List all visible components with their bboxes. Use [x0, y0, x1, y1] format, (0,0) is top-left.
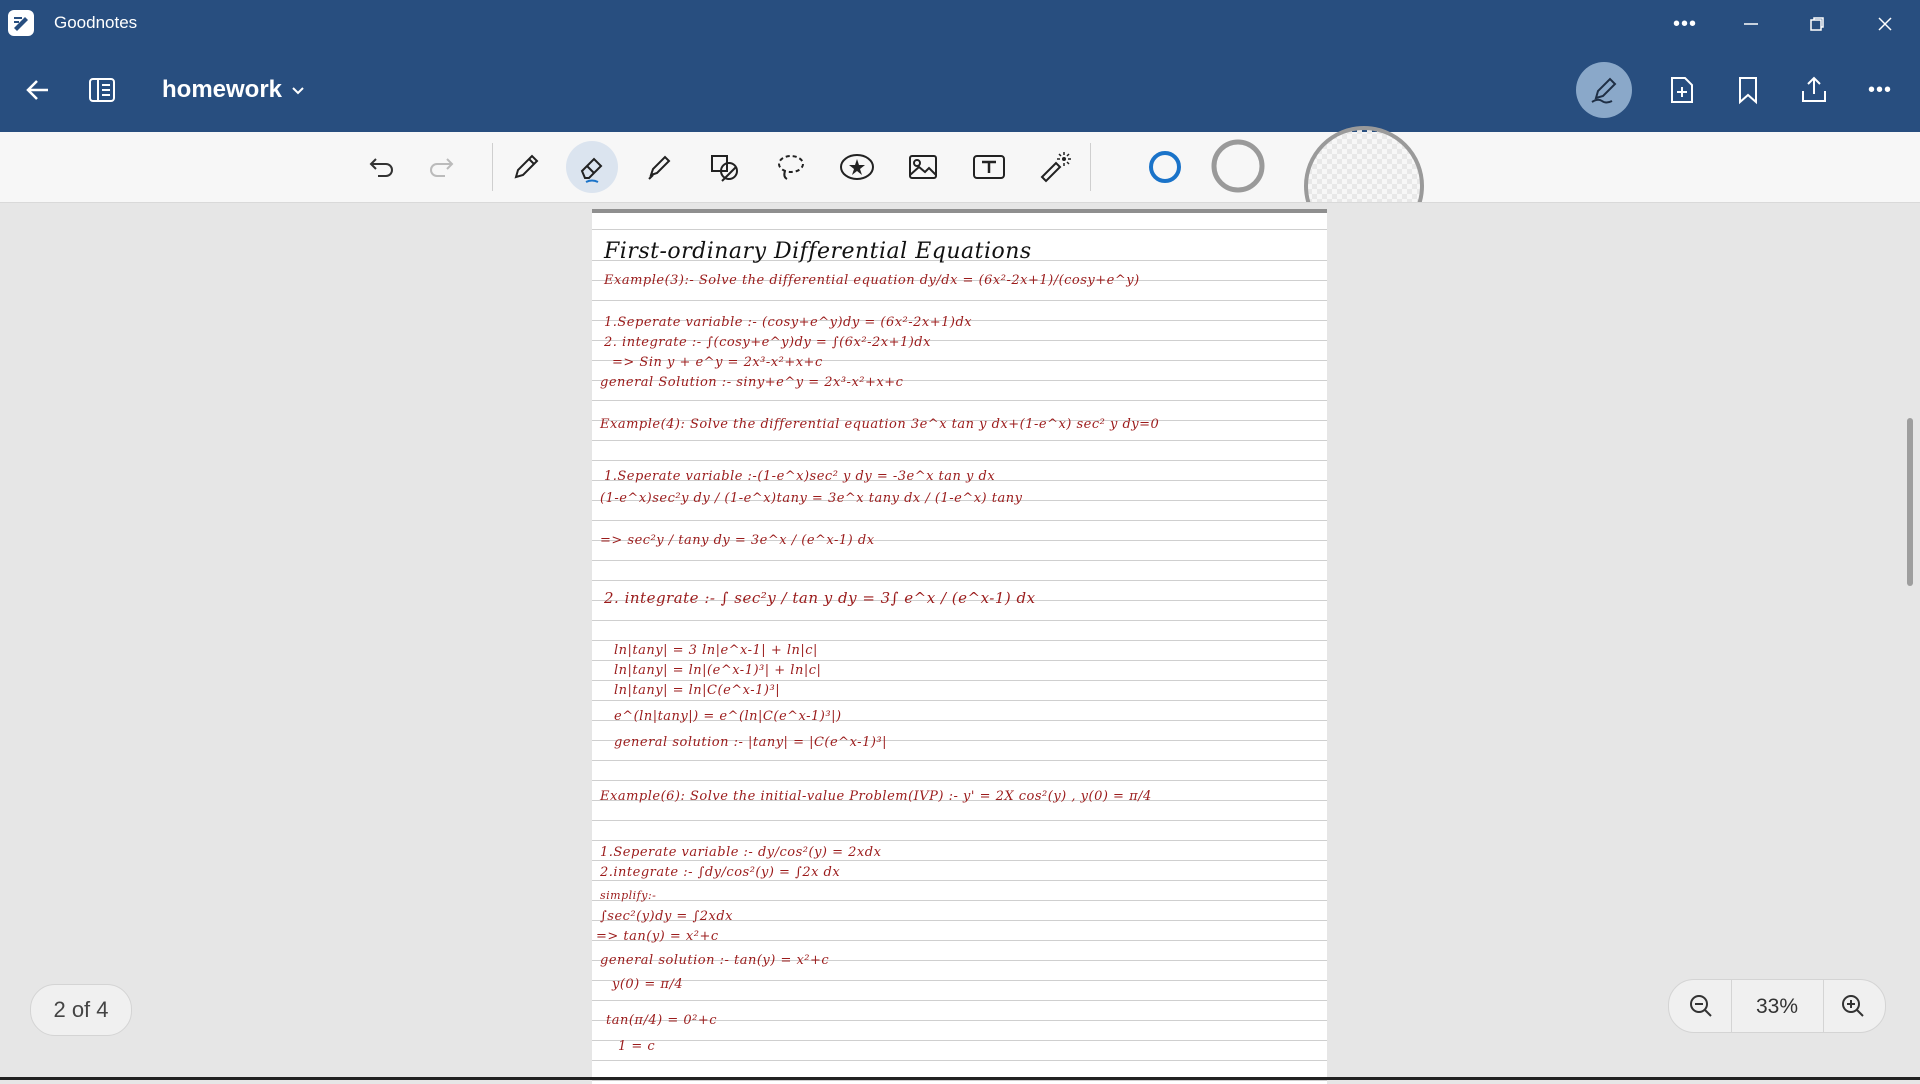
handwritten-line: 1.Seperate variable :- dy/cos²(y) = 2xdx — [600, 845, 882, 860]
image-icon — [909, 155, 937, 179]
lasso-icon — [778, 155, 804, 180]
zoom-out-icon — [1690, 995, 1712, 1017]
more-options-button[interactable]: ••• — [1858, 68, 1902, 112]
close-icon — [1878, 17, 1892, 31]
handwritten-line: e^(ln|tany|) = e^(ln|C(e^x-1)³|) — [614, 709, 842, 724]
ellipsis-icon: ••• — [1672, 12, 1697, 35]
more-window-options-button[interactable]: ••• — [1652, 0, 1718, 48]
highlighter-tool[interactable] — [634, 143, 684, 191]
document-title: homework — [162, 76, 283, 103]
elements-icon — [840, 154, 874, 180]
chevron-down-icon — [292, 87, 304, 95]
page-overview-button[interactable] — [80, 68, 124, 112]
laser-pointer-icon — [1040, 152, 1071, 183]
handwritten-line: y(0) = π/4 — [612, 977, 684, 992]
eraser-tool[interactable] — [566, 141, 618, 193]
redo-icon — [430, 158, 454, 177]
handwritten-line: (1-e^x)sec²y dy / (1-e^x)tany = 3e^x tan… — [600, 491, 1023, 506]
pencil-mode-button[interactable] — [1576, 62, 1632, 118]
handwritten-line: ln|tany| = 3 ln|e^x-1| + ln|c| — [614, 643, 818, 658]
color-swatch-gray[interactable] — [1208, 136, 1268, 196]
handwritten-line: ln|tany| = ln|(e^x-1)³| + ln|c| — [614, 663, 822, 678]
toolbar-divider — [492, 143, 493, 191]
bookmark-button[interactable] — [1726, 68, 1770, 112]
page-indicator[interactable]: 2 of 4 — [30, 984, 132, 1036]
add-page-icon — [1671, 77, 1693, 103]
zoom-level: 33% — [1755, 995, 1799, 1018]
pen-tool[interactable] — [501, 143, 551, 191]
handwritten-line: 2.integrate :- ∫dy/cos²(y) = ∫2x dx — [600, 865, 841, 880]
restore-icon — [1810, 17, 1824, 31]
note-canvas[interactable]: First-ordinary Differential Equations Ex… — [0, 203, 1920, 1084]
shapes-icon — [711, 155, 738, 182]
minimize-button[interactable] — [1718, 0, 1784, 48]
sidebar-icon — [89, 78, 115, 102]
handwritten-line: 2. integrate :- ∫ sec²y / tan y dy = 3∫ … — [604, 589, 1036, 607]
text-box-icon — [973, 155, 1005, 179]
color-swatch-icon — [1149, 151, 1181, 183]
handwritten-line: ln|tany| = ln|C(e^x-1)³| — [614, 683, 781, 698]
document-header: homework ••• — [0, 48, 1920, 132]
close-button[interactable] — [1852, 0, 1918, 48]
color-swatch-icon — [1211, 139, 1265, 193]
tool-bar — [0, 126, 1920, 203]
bookmark-icon — [1739, 77, 1757, 105]
zoom-in-icon — [1842, 995, 1864, 1017]
vertical-scrollbar[interactable] — [1907, 418, 1913, 586]
document-title-dropdown[interactable]: homework — [162, 76, 306, 104]
lasso-tool[interactable] — [766, 143, 816, 191]
shapes-tool[interactable] — [700, 143, 750, 191]
handwritten-line: => sec²y / tany dy = 3e^x / (e^x-1) dx — [600, 533, 875, 548]
handwritten-line: general Solution :- siny+e^y = 2x³-x²+x+… — [600, 375, 904, 390]
page-heading: First-ordinary Differential Equations — [604, 239, 1032, 264]
handwritten-line: tan(π/4) = 0²+c — [606, 1013, 717, 1028]
app-title: Goodnotes — [54, 13, 138, 32]
handwritten-line: => tan(y) = x²+c — [596, 929, 719, 944]
share-icon — [1802, 76, 1826, 102]
handwritten-line: 1.Seperate variable :-(1-e^x)sec² y dy =… — [604, 469, 996, 484]
handwritten-line: Example(6): Solve the initial-value Prob… — [600, 789, 1152, 804]
zoom-control: 33% — [1668, 979, 1886, 1033]
text-tool[interactable] — [964, 143, 1014, 191]
handwritten-line: general solution :- |tany| = |C(e^x-1)³| — [614, 735, 888, 750]
handwritten-line: 1.Seperate variable :- (cosy+e^y)dy = (6… — [604, 315, 973, 330]
eraser-icon — [580, 157, 603, 183]
thickness-swatch-icon — [1304, 126, 1424, 202]
share-button[interactable] — [1792, 68, 1836, 112]
minimize-icon — [1744, 23, 1758, 25]
toolbar-divider — [1090, 143, 1091, 191]
add-page-button[interactable] — [1660, 68, 1704, 112]
ellipsis-icon: ••• — [1867, 78, 1892, 101]
title-bar: Goodnotes ••• — [0, 0, 1920, 48]
laser-pointer-tool[interactable] — [1030, 143, 1080, 191]
redo-button[interactable] — [416, 143, 466, 191]
handwritten-line: Example(3):- Solve the differential equa… — [604, 273, 1140, 288]
undo-icon — [369, 158, 393, 177]
pen-write-icon — [1591, 77, 1617, 104]
notebook-page[interactable]: First-ordinary Differential Equations Ex… — [592, 209, 1327, 1084]
back-button[interactable] — [16, 68, 60, 112]
zoom-divider — [1731, 980, 1732, 1032]
back-arrow-icon — [26, 80, 48, 100]
restore-button[interactable] — [1784, 0, 1850, 48]
undo-button[interactable] — [357, 143, 407, 191]
zoom-in-button[interactable] — [1831, 984, 1875, 1028]
image-tool[interactable] — [898, 143, 948, 191]
handwritten-line: 1 = c — [618, 1039, 656, 1054]
stroke-thickness-button[interactable] — [1302, 124, 1426, 202]
pen-icon — [514, 154, 539, 179]
handwritten-line: Example(4): Solve the differential equat… — [600, 417, 1160, 432]
elements-tool[interactable] — [832, 143, 882, 191]
highlighter-icon — [648, 155, 671, 180]
handwritten-line: 2. integrate :- ∫(cosy+e^y)dy = ∫(6x²-2x… — [604, 335, 931, 350]
handwritten-line: simplify:- — [600, 889, 657, 902]
handwritten-line: => Sin y + e^y = 2x³-x²+x+c — [612, 355, 823, 370]
zoom-divider — [1823, 980, 1824, 1032]
handwritten-line: general solution :- tan(y) = x²+c — [600, 953, 830, 968]
handwritten-line: ∫sec²(y)dy = ∫2xdx — [600, 909, 733, 924]
color-swatch-blue[interactable] — [1140, 143, 1190, 191]
zoom-out-button[interactable] — [1679, 984, 1723, 1028]
goodnotes-logo-icon — [8, 10, 34, 36]
